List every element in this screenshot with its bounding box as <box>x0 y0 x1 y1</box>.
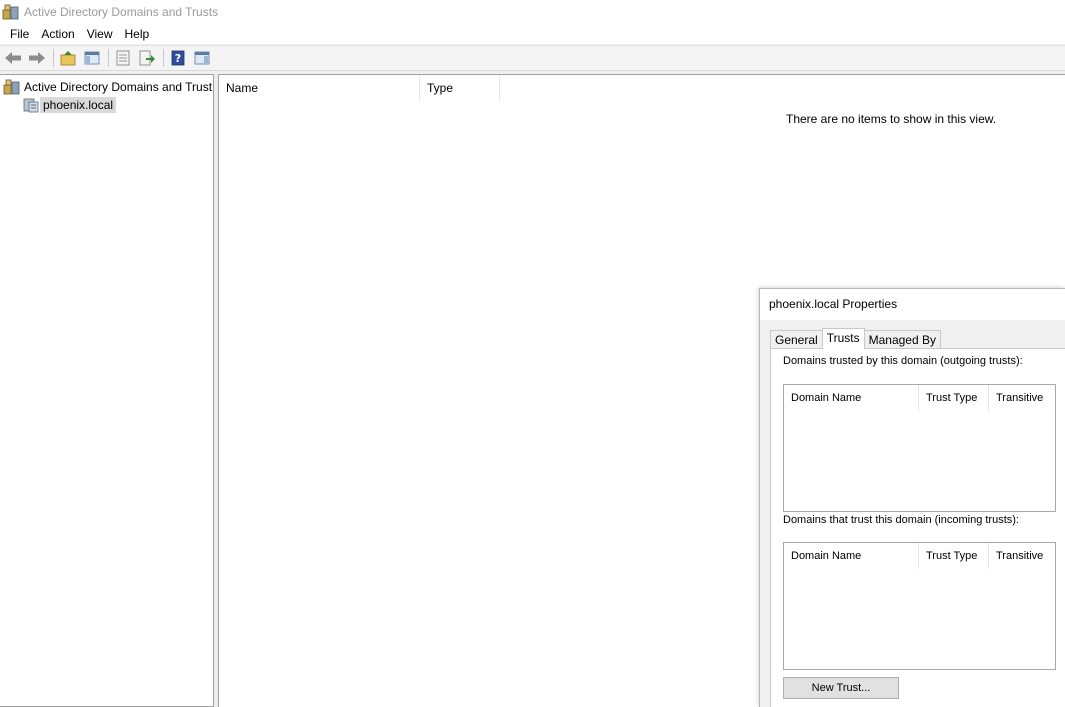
column-header-transitive[interactable]: Transitive <box>989 385 1055 411</box>
column-header-transitive[interactable]: Transitive <box>989 543 1055 569</box>
outgoing-trusts-label: Domains trusted by this domain (outgoing… <box>783 355 1023 367</box>
toolbar-separator <box>108 49 109 67</box>
back-arrow-icon[interactable] <box>2 47 24 69</box>
tree-root-label: Active Directory Domains and Trust <box>24 80 213 94</box>
dialog-tabs: General Trusts Managed By <box>770 328 941 349</box>
properties-dialog: phoenix.local Properties General Trusts … <box>759 288 1065 707</box>
incoming-trusts-list[interactable]: Domain Name Trust Type Transitive <box>783 542 1056 670</box>
forward-arrow-icon[interactable] <box>26 47 48 69</box>
incoming-trusts-label: Domains that trust this domain (incoming… <box>783 514 1019 526</box>
empty-list-message: There are no items to show in this view. <box>786 112 997 126</box>
show-action-pane-icon[interactable] <box>191 47 213 69</box>
column-header-type[interactable]: Type <box>420 75 500 101</box>
dialog-title: phoenix.local Properties <box>760 289 1065 320</box>
column-header-domain-name[interactable]: Domain Name <box>784 543 919 569</box>
column-header-trust-type[interactable]: Trust Type <box>919 543 989 569</box>
outgoing-trusts-list[interactable]: Domain Name Trust Type Transitive <box>783 384 1056 512</box>
menu-action[interactable]: Action <box>35 24 80 44</box>
menu-bar: File Action View Help <box>0 24 1065 44</box>
list-header: Domain Name Trust Type Transitive <box>784 385 1055 411</box>
svg-text:?: ? <box>175 52 181 65</box>
tab-trusts[interactable]: Trusts <box>821 328 865 349</box>
tree-item-phoenix-local[interactable]: phoenix.local <box>22 96 117 114</box>
show-hide-console-tree-icon[interactable] <box>81 47 103 69</box>
column-header-name[interactable]: Name <box>219 75 420 101</box>
menu-file[interactable]: File <box>4 24 35 44</box>
title-bar: Active Directory Domains and Trusts <box>0 0 1065 24</box>
tree-root-item[interactable]: Active Directory Domains and Trust <box>3 78 215 96</box>
export-list-icon[interactable] <box>136 47 158 69</box>
window-title: Active Directory Domains and Trusts <box>24 5 219 19</box>
tab-general[interactable]: General <box>770 330 823 349</box>
domains-trusts-icon <box>2 4 20 20</box>
properties-icon[interactable] <box>112 47 134 69</box>
toolbar-separator <box>53 49 54 67</box>
column-header-domain-name[interactable]: Domain Name <box>784 385 919 411</box>
tree-item-label: phoenix.local <box>40 97 117 113</box>
help-icon[interactable]: ? <box>167 47 189 69</box>
menu-view[interactable]: View <box>81 24 119 44</box>
list-header: Domain Name Trust Type Transitive <box>784 543 1055 569</box>
tab-managed-by[interactable]: Managed By <box>863 330 941 349</box>
console-tree[interactable]: Active Directory Domains and Trust phoen… <box>0 74 214 707</box>
column-header-trust-type[interactable]: Trust Type <box>919 385 989 411</box>
toolbar-separator <box>163 49 164 67</box>
menu-help[interactable]: Help <box>119 24 156 44</box>
list-header: Name Type <box>219 75 500 101</box>
trusts-tab-panel: Domains trusted by this domain (outgoing… <box>770 348 1065 707</box>
new-trust-button[interactable]: New Trust... <box>783 677 899 699</box>
domain-icon <box>22 97 40 113</box>
toolbar: ? <box>0 45 1065 71</box>
up-folder-icon[interactable] <box>57 47 79 69</box>
domains-trusts-icon <box>3 79 21 95</box>
